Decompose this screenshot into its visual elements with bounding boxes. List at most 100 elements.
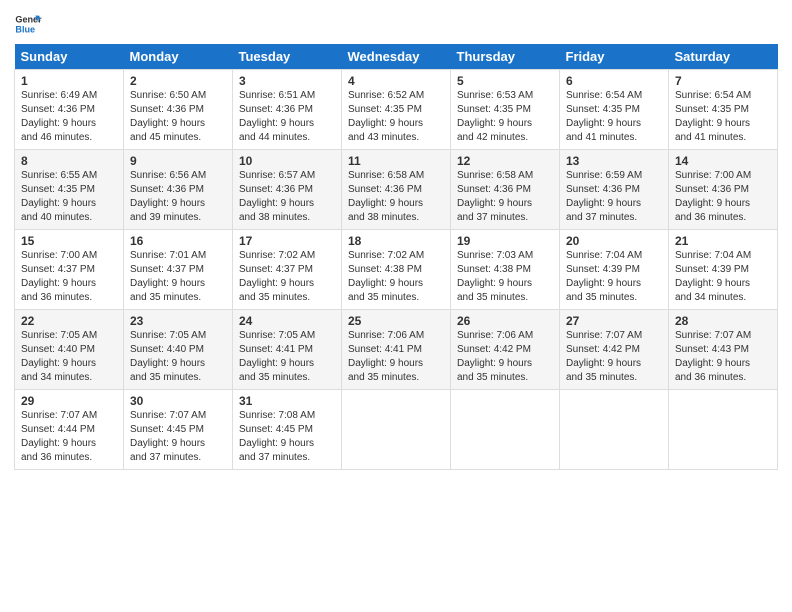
day-number: 14 [675,154,771,168]
day-number: 10 [239,154,335,168]
day-info: Sunrise: 7:03 AM Sunset: 4:38 PM Dayligh… [457,249,553,305]
col-header-monday: Monday [124,44,233,70]
day-number: 25 [348,314,444,328]
day-number: 22 [21,314,117,328]
calendar-cell [342,390,451,470]
calendar-cell: 4Sunrise: 6:52 AM Sunset: 4:35 PM Daylig… [342,70,451,150]
calendar-cell: 5Sunrise: 6:53 AM Sunset: 4:35 PM Daylig… [451,70,560,150]
day-number: 17 [239,234,335,248]
day-info: Sunrise: 6:58 AM Sunset: 4:36 PM Dayligh… [348,169,444,225]
day-info: Sunrise: 7:00 AM Sunset: 4:37 PM Dayligh… [21,249,117,305]
day-number: 24 [239,314,335,328]
calendar-cell: 28Sunrise: 7:07 AM Sunset: 4:43 PM Dayli… [669,310,778,390]
day-info: Sunrise: 6:59 AM Sunset: 4:36 PM Dayligh… [566,169,662,225]
calendar-cell: 6Sunrise: 6:54 AM Sunset: 4:35 PM Daylig… [560,70,669,150]
calendar-cell: 8Sunrise: 6:55 AM Sunset: 4:35 PM Daylig… [15,150,124,230]
calendar-cell: 29Sunrise: 7:07 AM Sunset: 4:44 PM Dayli… [15,390,124,470]
calendar-body: 1Sunrise: 6:49 AM Sunset: 4:36 PM Daylig… [15,70,778,470]
calendar-cell: 2Sunrise: 6:50 AM Sunset: 4:36 PM Daylig… [124,70,233,150]
day-number: 2 [130,74,226,88]
calendar-cell [560,390,669,470]
day-info: Sunrise: 6:52 AM Sunset: 4:35 PM Dayligh… [348,89,444,145]
svg-text:Blue: Blue [15,24,35,34]
calendar-cell [451,390,560,470]
day-info: Sunrise: 7:07 AM Sunset: 4:45 PM Dayligh… [130,409,226,465]
calendar-cell: 10Sunrise: 6:57 AM Sunset: 4:36 PM Dayli… [233,150,342,230]
col-header-friday: Friday [560,44,669,70]
day-number: 8 [21,154,117,168]
day-info: Sunrise: 6:58 AM Sunset: 4:36 PM Dayligh… [457,169,553,225]
calendar-cell: 15Sunrise: 7:00 AM Sunset: 4:37 PM Dayli… [15,230,124,310]
header: General Blue [14,10,778,38]
day-info: Sunrise: 7:02 AM Sunset: 4:37 PM Dayligh… [239,249,335,305]
day-info: Sunrise: 6:55 AM Sunset: 4:35 PM Dayligh… [21,169,117,225]
col-header-saturday: Saturday [669,44,778,70]
week-row-3: 22Sunrise: 7:05 AM Sunset: 4:40 PM Dayli… [15,310,778,390]
calendar-cell: 11Sunrise: 6:58 AM Sunset: 4:36 PM Dayli… [342,150,451,230]
calendar-cell: 24Sunrise: 7:05 AM Sunset: 4:41 PM Dayli… [233,310,342,390]
day-number: 29 [21,394,117,408]
week-row-0: 1Sunrise: 6:49 AM Sunset: 4:36 PM Daylig… [15,70,778,150]
calendar-cell: 9Sunrise: 6:56 AM Sunset: 4:36 PM Daylig… [124,150,233,230]
calendar-cell: 7Sunrise: 6:54 AM Sunset: 4:35 PM Daylig… [669,70,778,150]
logo-icon: General Blue [14,10,42,38]
day-number: 7 [675,74,771,88]
day-number: 11 [348,154,444,168]
calendar-cell: 13Sunrise: 6:59 AM Sunset: 4:36 PM Dayli… [560,150,669,230]
day-number: 28 [675,314,771,328]
day-info: Sunrise: 6:54 AM Sunset: 4:35 PM Dayligh… [566,89,662,145]
day-number: 26 [457,314,553,328]
day-number: 27 [566,314,662,328]
calendar-cell [669,390,778,470]
day-info: Sunrise: 7:07 AM Sunset: 4:43 PM Dayligh… [675,329,771,385]
day-number: 30 [130,394,226,408]
calendar-cell: 17Sunrise: 7:02 AM Sunset: 4:37 PM Dayli… [233,230,342,310]
col-header-sunday: Sunday [15,44,124,70]
col-header-tuesday: Tuesday [233,44,342,70]
day-info: Sunrise: 7:07 AM Sunset: 4:42 PM Dayligh… [566,329,662,385]
day-number: 5 [457,74,553,88]
week-row-1: 8Sunrise: 6:55 AM Sunset: 4:35 PM Daylig… [15,150,778,230]
week-row-2: 15Sunrise: 7:00 AM Sunset: 4:37 PM Dayli… [15,230,778,310]
day-info: Sunrise: 7:08 AM Sunset: 4:45 PM Dayligh… [239,409,335,465]
calendar-cell: 21Sunrise: 7:04 AM Sunset: 4:39 PM Dayli… [669,230,778,310]
day-info: Sunrise: 7:05 AM Sunset: 4:40 PM Dayligh… [21,329,117,385]
calendar-cell: 16Sunrise: 7:01 AM Sunset: 4:37 PM Dayli… [124,230,233,310]
calendar-cell: 3Sunrise: 6:51 AM Sunset: 4:36 PM Daylig… [233,70,342,150]
day-info: Sunrise: 7:04 AM Sunset: 4:39 PM Dayligh… [675,249,771,305]
calendar-cell: 31Sunrise: 7:08 AM Sunset: 4:45 PM Dayli… [233,390,342,470]
day-info: Sunrise: 7:06 AM Sunset: 4:41 PM Dayligh… [348,329,444,385]
day-info: Sunrise: 6:54 AM Sunset: 4:35 PM Dayligh… [675,89,771,145]
calendar-cell: 18Sunrise: 7:02 AM Sunset: 4:38 PM Dayli… [342,230,451,310]
calendar-cell: 22Sunrise: 7:05 AM Sunset: 4:40 PM Dayli… [15,310,124,390]
calendar-cell: 20Sunrise: 7:04 AM Sunset: 4:39 PM Dayli… [560,230,669,310]
day-number: 23 [130,314,226,328]
day-number: 16 [130,234,226,248]
day-number: 9 [130,154,226,168]
day-info: Sunrise: 7:04 AM Sunset: 4:39 PM Dayligh… [566,249,662,305]
day-number: 15 [21,234,117,248]
calendar-cell: 12Sunrise: 6:58 AM Sunset: 4:36 PM Dayli… [451,150,560,230]
col-header-wednesday: Wednesday [342,44,451,70]
day-number: 6 [566,74,662,88]
calendar-cell: 26Sunrise: 7:06 AM Sunset: 4:42 PM Dayli… [451,310,560,390]
day-info: Sunrise: 7:07 AM Sunset: 4:44 PM Dayligh… [21,409,117,465]
calendar-cell: 25Sunrise: 7:06 AM Sunset: 4:41 PM Dayli… [342,310,451,390]
calendar-header-row: SundayMondayTuesdayWednesdayThursdayFrid… [15,44,778,70]
day-number: 13 [566,154,662,168]
day-info: Sunrise: 6:51 AM Sunset: 4:36 PM Dayligh… [239,89,335,145]
day-info: Sunrise: 6:53 AM Sunset: 4:35 PM Dayligh… [457,89,553,145]
day-info: Sunrise: 7:05 AM Sunset: 4:41 PM Dayligh… [239,329,335,385]
day-number: 31 [239,394,335,408]
day-number: 18 [348,234,444,248]
logo: General Blue [14,10,42,38]
day-info: Sunrise: 7:01 AM Sunset: 4:37 PM Dayligh… [130,249,226,305]
calendar-cell: 14Sunrise: 7:00 AM Sunset: 4:36 PM Dayli… [669,150,778,230]
day-number: 1 [21,74,117,88]
day-info: Sunrise: 6:56 AM Sunset: 4:36 PM Dayligh… [130,169,226,225]
calendar-table: SundayMondayTuesdayWednesdayThursdayFrid… [14,44,778,470]
day-number: 20 [566,234,662,248]
day-number: 12 [457,154,553,168]
calendar-cell: 30Sunrise: 7:07 AM Sunset: 4:45 PM Dayli… [124,390,233,470]
col-header-thursday: Thursday [451,44,560,70]
